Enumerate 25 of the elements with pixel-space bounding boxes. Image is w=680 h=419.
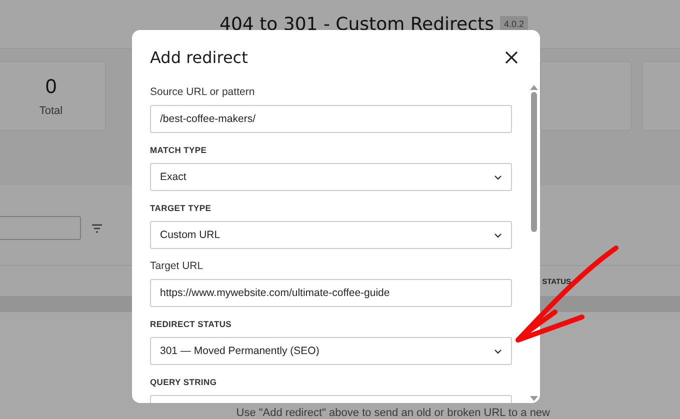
field-label: Target URL xyxy=(150,259,204,273)
chevron-down-icon xyxy=(494,174,502,180)
scrollbar[interactable] xyxy=(530,85,538,403)
field-label: Source URL or pattern xyxy=(150,85,255,99)
field-label: QUERY STRING xyxy=(150,376,217,389)
field-label: TARGET TYPE xyxy=(150,202,212,215)
scroll-up-icon[interactable] xyxy=(530,85,538,90)
stat-label: Total xyxy=(39,104,63,116)
chevron-down-icon xyxy=(494,348,502,354)
scroll-down-icon[interactable] xyxy=(530,396,538,401)
chevron-down-icon xyxy=(494,232,502,238)
empty-hint: Use "Add redirect" above to send an old or broken URL to a new xyxy=(236,407,550,419)
field-label: REDIRECT STATUS xyxy=(150,318,232,331)
stat-value: 0 xyxy=(45,76,57,98)
input-field[interactable]: https://www.mywebsite.com/ultimate-coffee-guide xyxy=(150,279,512,307)
filter-icon[interactable] xyxy=(92,224,102,233)
field-label: MATCH TYPE xyxy=(150,144,207,157)
input-field[interactable]: /best-coffee-makers/ xyxy=(150,105,512,133)
page-title: 404 to 301 - Custom Redirects xyxy=(220,14,494,34)
select-field[interactable]: 301 — Moved Permanently (SEO) xyxy=(150,337,512,365)
close-icon[interactable] xyxy=(505,50,518,64)
modal-title: Add redirect xyxy=(150,48,248,66)
select-field[interactable]: Custom URL xyxy=(150,221,512,249)
select-field[interactable]: Exact xyxy=(150,163,512,191)
search-field[interactable] xyxy=(0,216,81,240)
